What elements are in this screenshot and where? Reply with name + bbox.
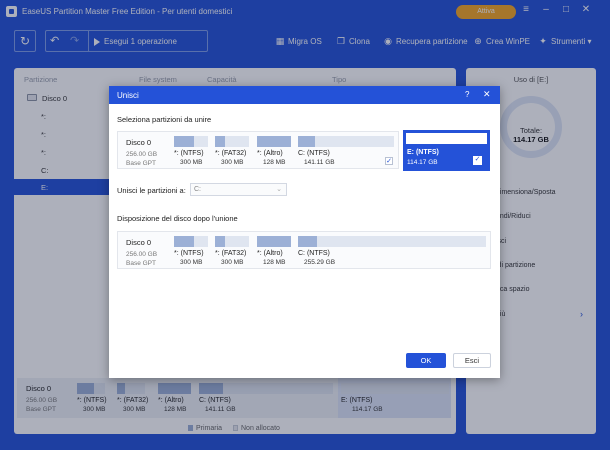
after-merge-label: Disposizione del disco dopo l'unione	[117, 214, 238, 223]
partition-usage-bar	[257, 236, 291, 247]
ok-button[interactable]: OK	[406, 353, 446, 368]
partition-usage-bar	[298, 136, 316, 147]
disk-size: 256.00 GB	[126, 251, 158, 258]
select-partition-e[interactable]: E: (NTFS) 114.17 GB ✓	[403, 130, 490, 171]
disk-size: 256.00 GB	[126, 151, 158, 158]
partition-usage-bar	[257, 136, 291, 147]
partition-usage-bar	[174, 136, 195, 147]
merge-target-select[interactable]: C: ⌄	[190, 183, 287, 196]
partition-e-checkbox[interactable]: ✓	[473, 156, 482, 165]
select-disk-card: Disco 0 256.00 GB Base GPT *: (NTFS) 300…	[117, 131, 399, 169]
partition-c-checkbox[interactable]: ✓	[385, 157, 393, 165]
select-partitions-label: Seleziona partizioni da unire	[117, 115, 212, 124]
disk-type: Base GPT	[126, 260, 156, 267]
cancel-button[interactable]: Esci	[453, 353, 491, 368]
merge-into-label: Unisci le partizioni a:	[117, 186, 186, 195]
dialog-close-icon[interactable]: ✕	[483, 89, 491, 100]
after-merge-disk-card: Disco 0 256.00 GB Base GPT *: (NTFS) 300…	[117, 231, 491, 269]
disk-name: Disco 0	[126, 238, 152, 247]
partition-usage-bar	[174, 236, 195, 247]
disk-type: Base GPT	[126, 160, 156, 167]
partition-usage-bar	[215, 136, 226, 147]
disk-name: Disco 0	[126, 138, 152, 147]
help-icon[interactable]: ?	[465, 90, 469, 99]
partition-usage-bar	[406, 133, 487, 144]
dialog-header: Unisci ? ✕	[109, 86, 500, 104]
partition-usage-bar	[298, 236, 317, 247]
dialog-title: Unisci	[117, 91, 139, 100]
partition-usage-bar	[215, 236, 226, 247]
chevron-down-icon: ⌄	[276, 186, 282, 193]
